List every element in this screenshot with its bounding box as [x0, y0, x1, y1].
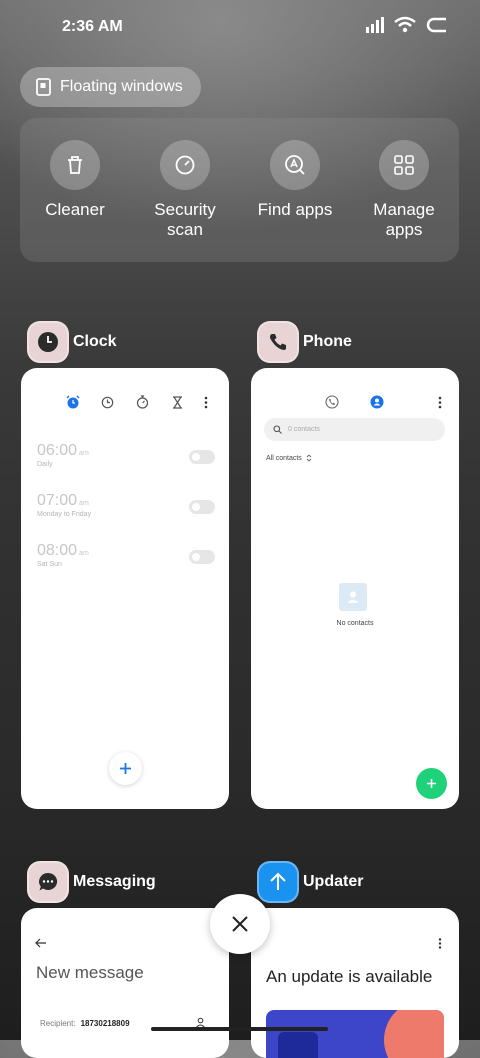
close-icon: [232, 916, 248, 932]
messaging-app-card[interactable]: New message Recipient: 18730218809: [21, 908, 229, 1058]
clear-all-button[interactable]: [210, 894, 270, 954]
alarm-time: 07:00: [37, 492, 78, 509]
alarm-repeat: Daily: [37, 461, 53, 468]
manage-apps-label: Manage apps: [373, 200, 435, 239]
contacts-filter-dropdown[interactable]: All contacts: [266, 454, 312, 462]
no-contacts-text: No contacts: [336, 620, 374, 627]
contacts-filter-label: All contacts: [266, 454, 302, 462]
clock-app-name: Clock: [73, 333, 117, 350]
security-scan-icon-bg: [160, 140, 210, 190]
cleaner-label: Cleaner: [45, 200, 105, 219]
recipient-value: 18730218809: [80, 1019, 130, 1028]
back-arrow-icon[interactable]: [35, 938, 47, 948]
phone-app-header[interactable]: Phone: [257, 321, 352, 363]
floating-windows-button[interactable]: Floating windows: [20, 67, 201, 107]
chat-bubble-icon: [39, 872, 58, 891]
messaging-app-icon: [27, 861, 69, 903]
messaging-app-header[interactable]: Messaging: [27, 861, 156, 903]
alarm-time: 06:00: [37, 442, 78, 459]
clock-app-icon: [27, 321, 69, 363]
alarm-ampm: am: [79, 450, 89, 457]
floating-window-icon: [36, 78, 51, 96]
add-alarm-button[interactable]: [109, 752, 142, 785]
home-indicator[interactable]: [151, 1027, 328, 1031]
alarm-item[interactable]: 07:00 am Monday to Friday: [37, 492, 91, 518]
recipient-label: Recipient:: [40, 1019, 76, 1028]
world-clock-tab-icon[interactable]: [101, 396, 114, 409]
alarm-ampm: am: [79, 550, 89, 557]
manage-apps-icon-bg: [379, 140, 429, 190]
signal-icon: [366, 17, 384, 33]
alarm-ampm: am: [79, 500, 89, 507]
clock-app-card[interactable]: 06:00 am Daily 07:00 am Monday to Friday 0…: [21, 368, 229, 809]
find-apps-button[interactable]: Find apps: [240, 118, 350, 262]
phone-app-card[interactable]: 0 contacts All contacts No contacts: [251, 368, 459, 809]
recents-tab-icon[interactable]: [325, 395, 339, 409]
more-options-icon[interactable]: [438, 938, 442, 949]
search-icon: [273, 425, 282, 434]
battery-icon: [426, 17, 446, 33]
status-bar: 2:36 AM: [0, 0, 480, 56]
alarm-tab-icon[interactable]: [66, 395, 80, 409]
arrow-up-icon: [270, 872, 286, 890]
wifi-icon: [394, 16, 416, 33]
messaging-app-name: Messaging: [73, 873, 156, 890]
timer-tab-icon[interactable]: [172, 396, 183, 409]
updater-app-card[interactable]: An update is available: [251, 908, 459, 1058]
more-options-icon[interactable]: [204, 396, 208, 409]
alarm-item[interactable]: 08:00 am Sat Sun: [37, 542, 89, 568]
find-apps-icon-bg: [270, 140, 320, 190]
cleaner-icon-bg: [50, 140, 100, 190]
updater-app-name: Updater: [303, 873, 364, 890]
alarm-toggle[interactable]: [189, 500, 215, 514]
find-apps-icon: [285, 155, 305, 175]
plus-icon: [427, 779, 436, 788]
updater-app-header[interactable]: Updater: [257, 861, 363, 903]
dial-fab-button[interactable]: [416, 768, 447, 799]
find-apps-label: Find apps: [257, 200, 333, 219]
quick-actions-panel: Cleaner Security scan Find apps Manage a…: [20, 118, 459, 262]
clock-icon: [38, 332, 58, 352]
contacts-tab-icon[interactable]: [370, 395, 384, 409]
clock-app-header[interactable]: Clock: [27, 321, 117, 363]
contacts-search-input[interactable]: 0 contacts: [264, 418, 445, 441]
status-icons: [366, 16, 452, 34]
recipient-row[interactable]: Recipient: 18730218809: [40, 1019, 130, 1028]
stopwatch-tab-icon[interactable]: [136, 395, 149, 409]
sort-arrows-icon: [306, 454, 312, 462]
manage-apps-button[interactable]: Manage apps: [349, 118, 459, 262]
alarm-repeat: Monday to Friday: [37, 511, 92, 518]
phone-app-icon: [257, 321, 299, 363]
alarm-item[interactable]: 06:00 am Daily: [37, 442, 89, 468]
security-scan-label: Security scan: [154, 200, 216, 239]
update-banner-graphic: [266, 1010, 444, 1058]
phone-icon: [270, 334, 286, 350]
update-banner-shape: [278, 1032, 318, 1058]
alarm-toggle[interactable]: [189, 450, 215, 464]
update-available-title: An update is available: [266, 967, 433, 986]
search-placeholder: 0 contacts: [288, 426, 320, 433]
plus-icon: [120, 763, 131, 774]
cleaner-button[interactable]: Cleaner: [20, 118, 130, 262]
alarm-time: 08:00: [37, 542, 78, 559]
status-time: 2:36 AM: [62, 18, 123, 35]
grid-icon: [394, 155, 414, 175]
new-message-title: New message: [36, 963, 144, 982]
update-banner-accent: [384, 1010, 444, 1058]
shield-scan-icon: [175, 155, 195, 175]
security-scan-button[interactable]: Security scan: [130, 118, 240, 262]
phone-app-name: Phone: [303, 333, 352, 350]
floating-windows-label: Floating windows: [60, 78, 183, 95]
updater-app-icon: [257, 861, 299, 903]
empty-contacts-illustration: [339, 583, 367, 611]
more-options-icon[interactable]: [438, 396, 442, 409]
trash-icon: [68, 156, 82, 174]
alarm-repeat: Sat Sun: [37, 561, 62, 568]
person-placeholder-icon: [347, 591, 359, 603]
alarm-toggle[interactable]: [189, 550, 215, 564]
